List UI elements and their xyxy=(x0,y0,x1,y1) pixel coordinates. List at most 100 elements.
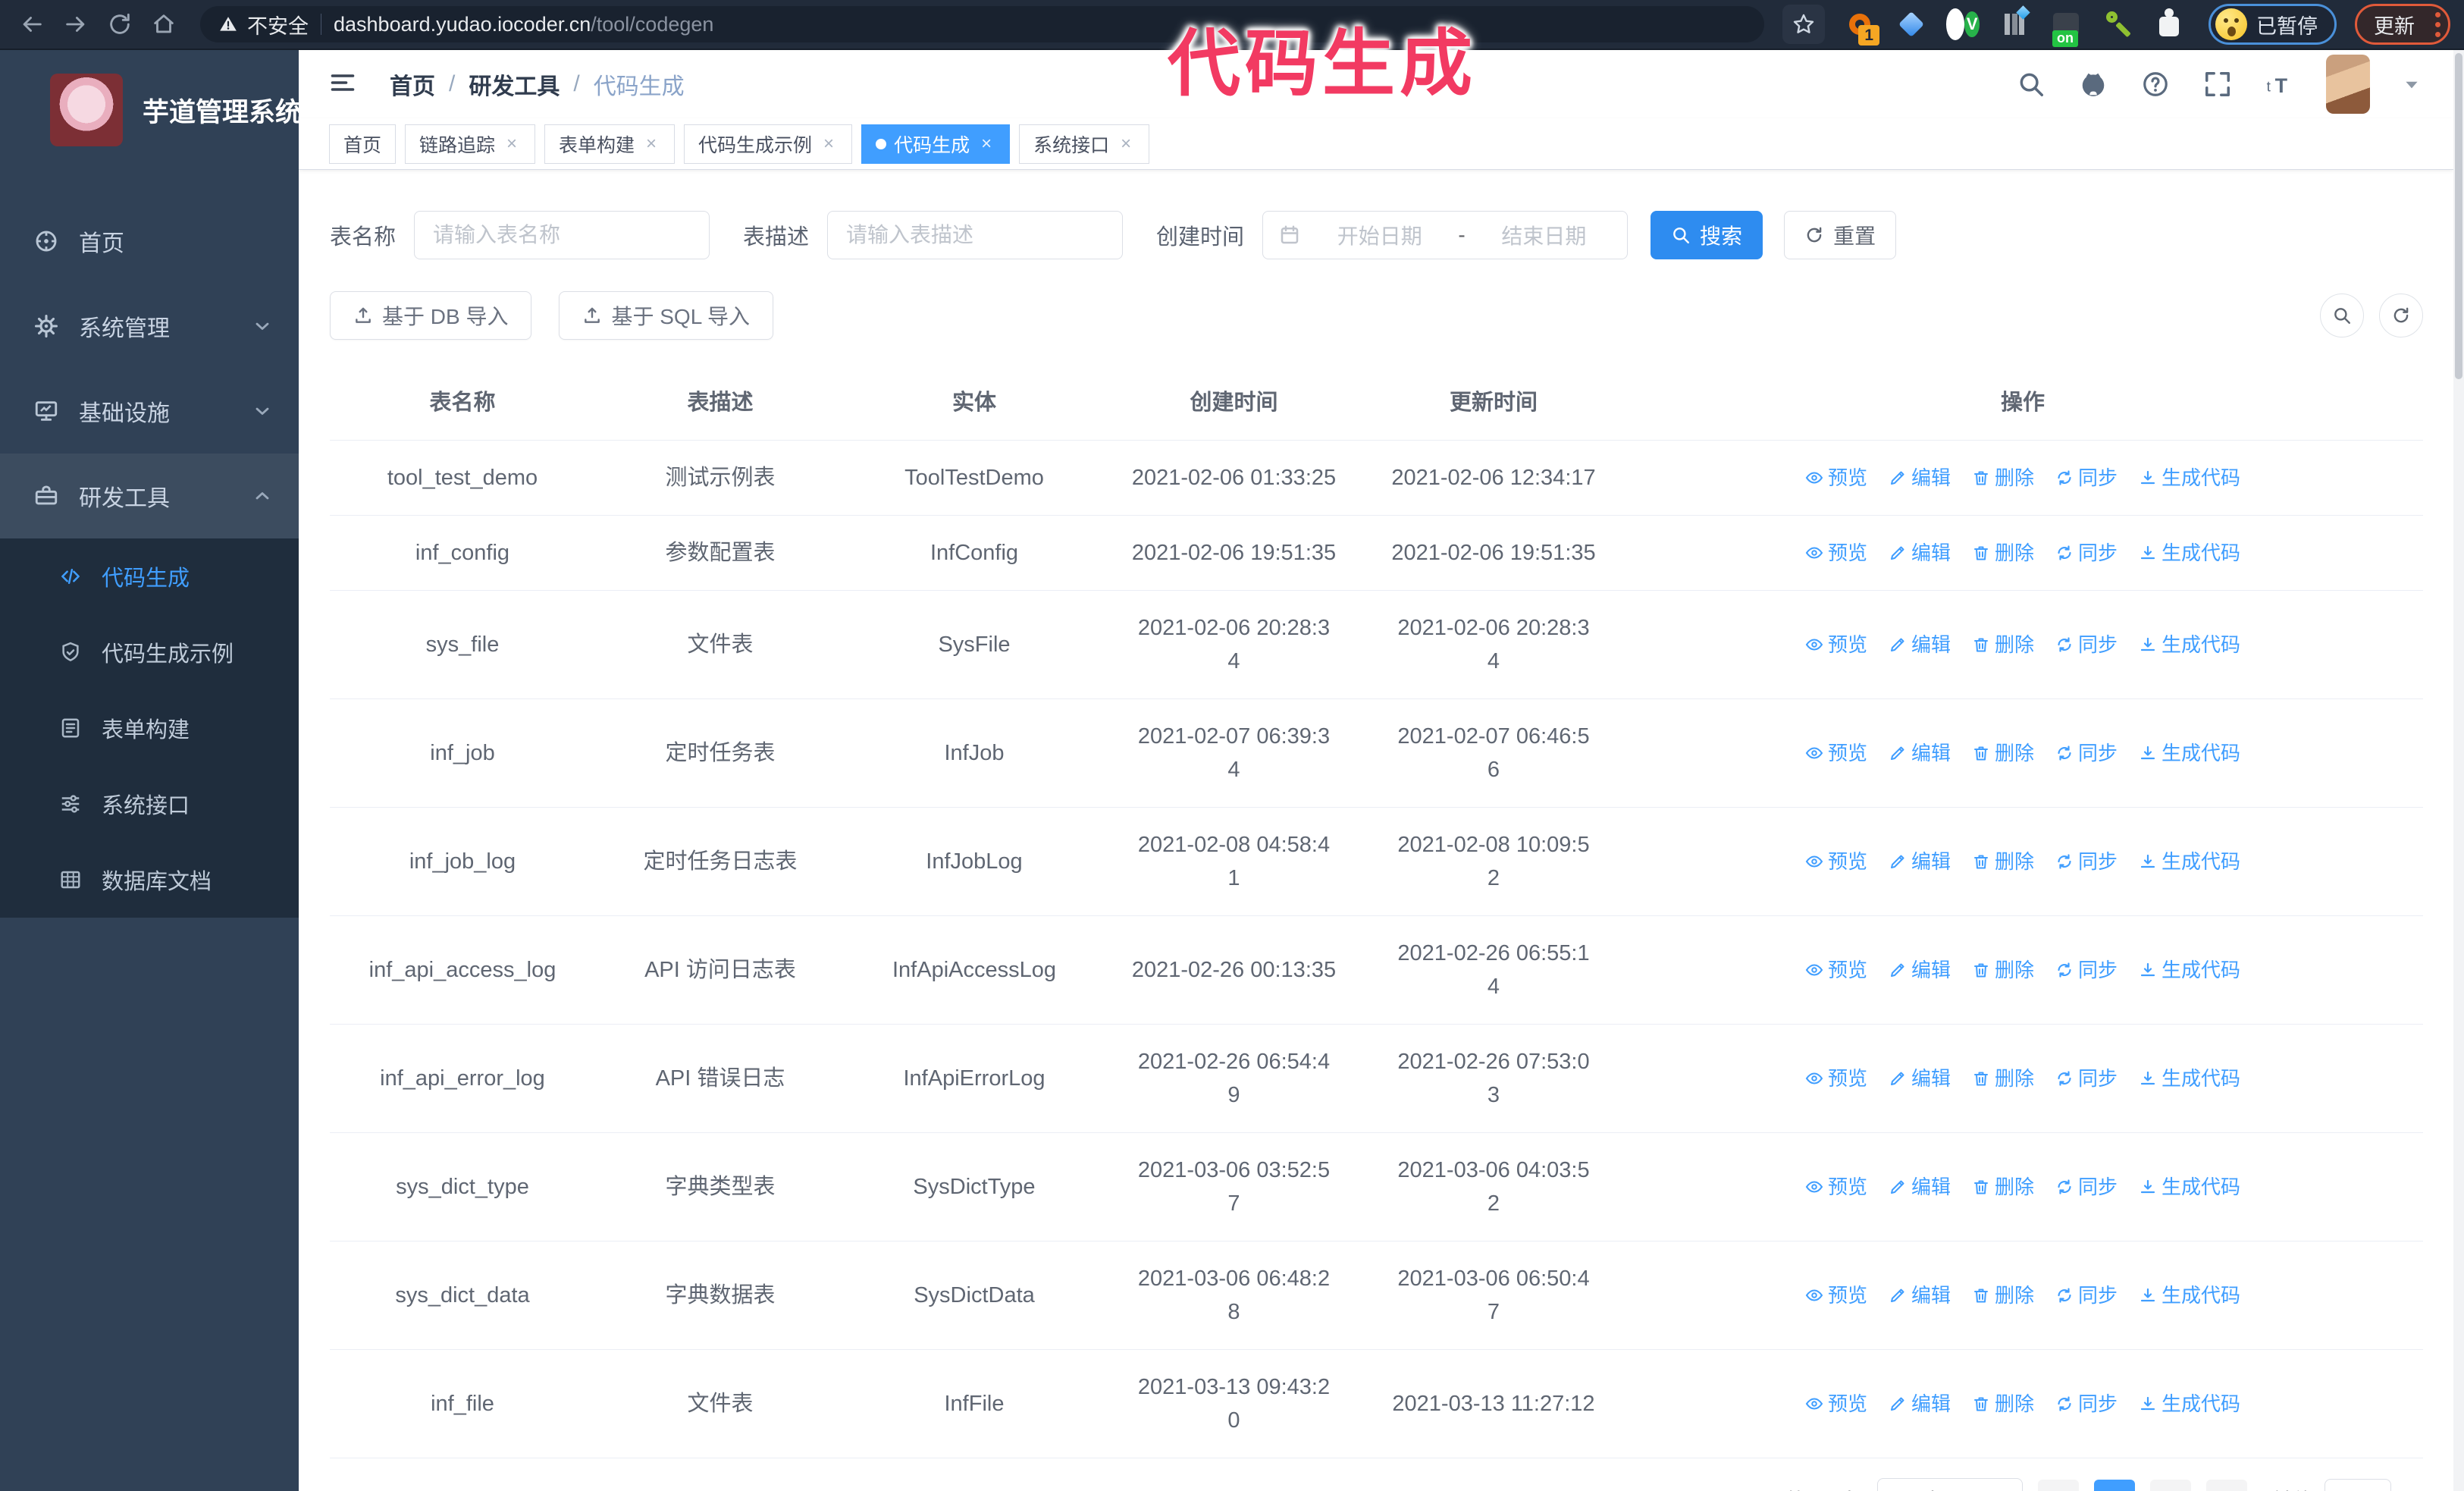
extension-key-icon[interactable] xyxy=(2101,8,2134,41)
tab-close-icon[interactable]: × xyxy=(503,133,521,155)
action-eye-link[interactable]: 预览 xyxy=(1805,1391,1867,1417)
extension-dark-icon[interactable]: on xyxy=(2049,8,2083,47)
window-scrollbar[interactable] xyxy=(2453,50,2464,1491)
action-edit-link[interactable]: 编辑 xyxy=(1889,465,1951,491)
browser-forward-icon[interactable] xyxy=(58,6,94,42)
sidebar-item-toolbox[interactable]: 研发工具 xyxy=(0,454,299,538)
breadcrumb-item[interactable]: 首页 xyxy=(390,67,435,101)
action-download-link[interactable]: 生成代码 xyxy=(2139,1066,2240,1091)
action-sync-link[interactable]: 同步 xyxy=(2055,957,2118,983)
sidebar-submenu-item[interactable]: 代码生成示例 xyxy=(0,614,299,690)
sidebar-submenu-item[interactable]: 表单构建 xyxy=(0,690,299,766)
sidebar-item-gear[interactable]: 系统管理 xyxy=(0,284,299,369)
tab-close-icon[interactable]: × xyxy=(642,133,660,155)
action-trash-link[interactable]: 删除 xyxy=(1972,465,2034,491)
action-download-link[interactable]: 生成代码 xyxy=(2139,540,2240,566)
action-trash-link[interactable]: 删除 xyxy=(1972,1282,2034,1308)
action-download-link[interactable]: 生成代码 xyxy=(2139,1174,2240,1200)
table-name-input[interactable] xyxy=(414,211,710,259)
action-edit-link[interactable]: 编辑 xyxy=(1889,1066,1951,1091)
next-page-button[interactable]: › xyxy=(2205,1480,2247,1491)
date-range-picker[interactable]: 开始日期 - 结束日期 xyxy=(1262,211,1629,259)
scrollbar-thumb[interactable] xyxy=(2455,53,2462,379)
extension-columns-icon[interactable] xyxy=(1998,5,2031,41)
action-eye-link[interactable]: 预览 xyxy=(1805,740,1867,766)
import-db-button[interactable]: 基于 DB 导入 xyxy=(330,291,532,340)
extension-orange-icon[interactable]: 1 xyxy=(1843,8,1879,46)
sidebar-submenu-item[interactable]: 系统接口 xyxy=(0,766,299,842)
action-eye-link[interactable]: 预览 xyxy=(1805,957,1867,983)
page-size-select[interactable]: 10条/页 xyxy=(1876,1478,2023,1491)
view-tab[interactable]: 代码生成示例 × xyxy=(684,124,853,164)
avatar-caret-down-icon[interactable] xyxy=(2400,68,2423,100)
action-trash-link[interactable]: 删除 xyxy=(1972,1391,2034,1417)
sidebar-submenu-item[interactable]: 数据库文档 xyxy=(0,842,299,918)
prev-page-button[interactable]: ‹ xyxy=(2037,1480,2079,1491)
action-download-link[interactable]: 生成代码 xyxy=(2139,957,2240,983)
action-edit-link[interactable]: 编辑 xyxy=(1889,540,1951,566)
action-edit-link[interactable]: 编辑 xyxy=(1889,632,1951,658)
action-trash-link[interactable]: 删除 xyxy=(1972,1066,2034,1091)
extension-green-icon[interactable] xyxy=(1946,8,1980,41)
action-eye-link[interactable]: 预览 xyxy=(1805,1174,1867,1200)
view-tab[interactable]: 代码生成 × xyxy=(861,124,1011,164)
tab-close-icon[interactable]: × xyxy=(820,133,838,155)
github-icon[interactable] xyxy=(2077,68,2109,100)
browser-home-icon[interactable] xyxy=(146,6,182,42)
action-download-link[interactable]: 生成代码 xyxy=(2139,740,2240,766)
action-eye-link[interactable]: 预览 xyxy=(1805,1282,1867,1308)
action-sync-link[interactable]: 同步 xyxy=(2055,465,2118,491)
browser-menu-icon[interactable] xyxy=(2434,11,2440,37)
action-sync-link[interactable]: 同步 xyxy=(2055,632,2118,658)
action-trash-link[interactable]: 删除 xyxy=(1972,1174,2034,1200)
browser-update-control[interactable]: 更新 xyxy=(2355,4,2450,45)
action-trash-link[interactable]: 删除 xyxy=(1972,540,2034,566)
help-icon[interactable] xyxy=(2140,68,2171,100)
tab-close-icon[interactable]: × xyxy=(977,133,995,155)
action-download-link[interactable]: 生成代码 xyxy=(2139,465,2240,491)
browser-back-icon[interactable] xyxy=(14,6,50,42)
action-sync-link[interactable]: 同步 xyxy=(2055,1391,2118,1417)
action-edit-link[interactable]: 编辑 xyxy=(1889,1174,1951,1200)
goto-page-input[interactable] xyxy=(2324,1479,2391,1491)
browser-reload-icon[interactable] xyxy=(102,6,138,42)
table-desc-input[interactable] xyxy=(827,211,1124,259)
view-tab[interactable]: 链路追踪 × xyxy=(405,124,536,164)
action-eye-link[interactable]: 预览 xyxy=(1805,540,1867,566)
refresh-table-button[interactable] xyxy=(2379,293,2423,337)
sidebar-submenu-item[interactable]: 代码生成 xyxy=(0,538,299,614)
sidebar-item-dashboard[interactable]: 首页 xyxy=(0,199,299,284)
action-eye-link[interactable]: 预览 xyxy=(1805,465,1867,491)
bookmark-star-icon[interactable] xyxy=(1782,5,1825,44)
action-trash-link[interactable]: 删除 xyxy=(1972,740,2034,766)
breadcrumb-item[interactable]: / 代码生成 xyxy=(560,67,684,101)
page-number-button[interactable]: 1 xyxy=(2093,1480,2135,1491)
action-eye-link[interactable]: 预览 xyxy=(1805,1066,1867,1091)
security-chip[interactable]: 不安全 xyxy=(218,10,309,39)
fullscreen-icon[interactable] xyxy=(2202,68,2234,100)
action-trash-link[interactable]: 删除 xyxy=(1972,957,2034,983)
action-sync-link[interactable]: 同步 xyxy=(2055,740,2118,766)
action-download-link[interactable]: 生成代码 xyxy=(2139,849,2240,874)
sidebar-toggle-icon[interactable] xyxy=(329,69,359,99)
toggle-search-button[interactable] xyxy=(2320,293,2364,337)
header-search-icon[interactable] xyxy=(2015,68,2047,100)
action-edit-link[interactable]: 编辑 xyxy=(1889,1391,1951,1417)
user-avatar[interactable] xyxy=(2326,55,2370,114)
view-tab[interactable]: 系统接口 × xyxy=(1019,124,1150,164)
paused-profile-badge[interactable]: 已暂停 xyxy=(2209,4,2337,45)
extension-puzzle-icon[interactable] xyxy=(2152,8,2186,41)
action-download-link[interactable]: 生成代码 xyxy=(2139,1391,2240,1417)
action-eye-link[interactable]: 预览 xyxy=(1805,632,1867,658)
app-logo-row[interactable]: 芋道管理系统 xyxy=(0,50,302,149)
action-sync-link[interactable]: 同步 xyxy=(2055,1282,2118,1308)
view-tab[interactable]: 表单构建 × xyxy=(544,124,676,164)
action-trash-link[interactable]: 删除 xyxy=(1972,632,2034,658)
action-edit-link[interactable]: 编辑 xyxy=(1889,1282,1951,1308)
action-sync-link[interactable]: 同步 xyxy=(2055,540,2118,566)
action-download-link[interactable]: 生成代码 xyxy=(2139,1282,2240,1308)
action-trash-link[interactable]: 删除 xyxy=(1972,849,2034,874)
import-sql-button[interactable]: 基于 SQL 导入 xyxy=(559,291,774,340)
action-edit-link[interactable]: 编辑 xyxy=(1889,957,1951,983)
action-sync-link[interactable]: 同步 xyxy=(2055,1066,2118,1091)
